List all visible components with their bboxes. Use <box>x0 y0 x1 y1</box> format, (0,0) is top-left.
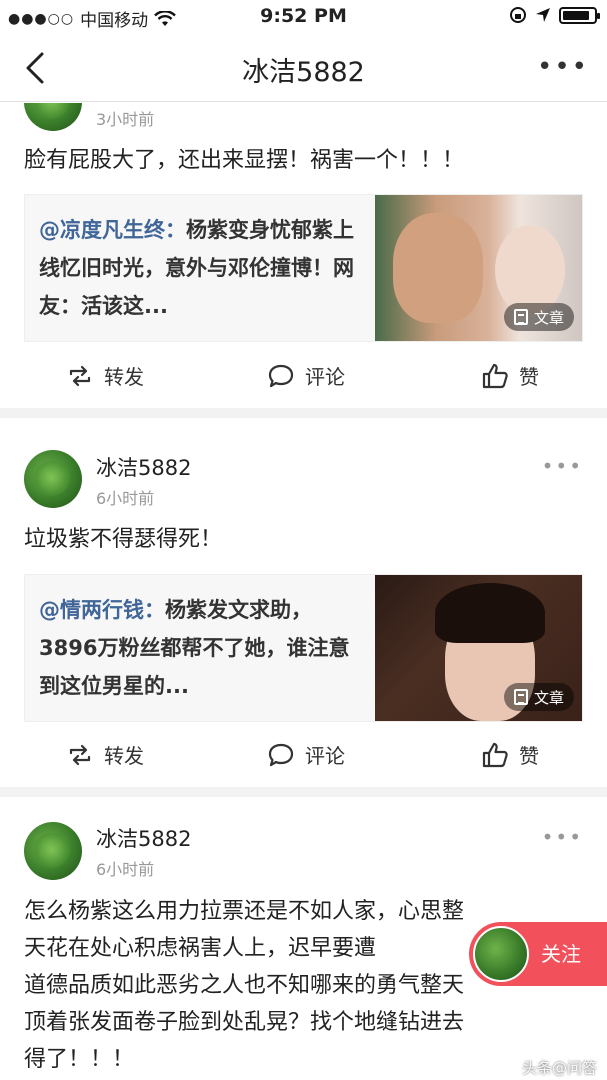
like-label: 赞 <box>519 744 539 768</box>
comment-label: 评论 <box>305 365 345 389</box>
article-badge: 文章 <box>503 683 574 711</box>
rotation-lock-icon <box>510 7 526 23</box>
more-options-button[interactable]: ••• <box>537 52 589 82</box>
follow-label: 关注 <box>541 942 581 966</box>
location-arrow-icon <box>536 8 550 22</box>
forward-button[interactable]: 转发 <box>66 740 144 769</box>
forward-button[interactable]: 转发 <box>66 361 144 390</box>
follow-button[interactable]: 关注 <box>469 922 607 986</box>
thumbs-up-icon <box>482 363 508 388</box>
nav-bar: 冰洁5882 ••• <box>0 34 607 102</box>
like-button[interactable]: 赞 <box>481 361 539 390</box>
forward-icon <box>69 744 91 765</box>
post-username[interactable]: 冰洁5882 <box>96 823 191 853</box>
card-text: @情两行钱：杨紫发文求助，3896万粉丝都帮不了她，谁注意到这位男星的... <box>39 591 369 705</box>
avatar[interactable] <box>24 103 82 131</box>
article-badge-label: 文章 <box>533 308 564 327</box>
post: 冰洁5882 6小时前 ••• 垃圾紫不得瑟得死！ @情两行钱：杨紫发文求助，3… <box>0 418 607 787</box>
article-card[interactable]: @情两行钱：杨紫发文求助，3896万粉丝都帮不了她，谁注意到这位男星的... 文… <box>24 574 583 722</box>
avatar[interactable] <box>24 450 82 508</box>
like-button[interactable]: 赞 <box>481 740 539 769</box>
document-icon <box>513 309 528 325</box>
comment-label: 评论 <box>305 744 345 768</box>
forward-label: 转发 <box>104 744 144 768</box>
content-line: 顶着张发面卷子脸到处乱晃？找个地缝钻进去 <box>24 1010 465 1035</box>
post-content: 垃圾紫不得瑟得死！ <box>24 527 223 552</box>
comment-button[interactable]: 评论 <box>267 361 345 390</box>
watermark: 头条@问答 <box>521 1059 597 1077</box>
avatar <box>473 926 529 982</box>
article-thumbnail: 文章 <box>375 575 582 721</box>
article-thumbnail: 文章 <box>375 195 582 341</box>
post-more-button[interactable]: ••• <box>542 825 583 849</box>
post-more-button[interactable]: ••• <box>542 454 583 478</box>
like-label: 赞 <box>519 365 539 389</box>
status-icons <box>509 6 600 24</box>
article-card[interactable]: @凉度凡生终：杨紫变身忧郁紫上线忆旧时光，意外与邓伦撞博！网友：活该这... 文… <box>24 194 583 342</box>
post-time: 3小时前 <box>96 110 155 129</box>
card-text: @凉度凡生终：杨紫变身忧郁紫上线忆旧时光，意外与邓伦撞博！网友：活该这... <box>39 211 369 325</box>
post-divider <box>0 408 607 418</box>
comment-button[interactable]: 评论 <box>267 740 345 769</box>
article-badge-label: 文章 <box>533 688 564 707</box>
post-time: 6小时前 <box>96 489 155 508</box>
avatar[interactable] <box>24 822 82 880</box>
card-mention[interactable]: @情两行钱： <box>39 598 165 622</box>
post-divider <box>0 787 607 797</box>
comment-icon <box>268 743 294 766</box>
post-actions: 转发 评论 赞 <box>0 740 607 780</box>
comment-icon <box>268 364 294 387</box>
post-actions: 转发 评论 赞 <box>0 361 607 401</box>
forward-icon <box>69 365 91 386</box>
page-title: 冰洁5882 <box>242 57 365 88</box>
battery-icon <box>559 6 600 24</box>
post: 3小时前 脸有屁股大了，还出来显摆！祸害一个！！！ @凉度凡生终：杨紫变身忧郁紫… <box>0 103 607 408</box>
thumbs-up-icon <box>482 742 508 767</box>
document-icon <box>513 689 528 705</box>
post-content: 脸有屁股大了，还出来显摆！祸害一个！！！ <box>24 148 465 173</box>
post-time: 6小时前 <box>96 860 155 879</box>
content-line: 得了！！！ <box>24 1047 135 1072</box>
status-bar: ●●●○○ 中国移动 9:52 PM <box>0 0 607 34</box>
article-badge: 文章 <box>503 303 574 331</box>
card-mention[interactable]: @凉度凡生终： <box>39 218 186 242</box>
post-username[interactable]: 冰洁5882 <box>96 452 191 482</box>
forward-label: 转发 <box>104 365 144 389</box>
